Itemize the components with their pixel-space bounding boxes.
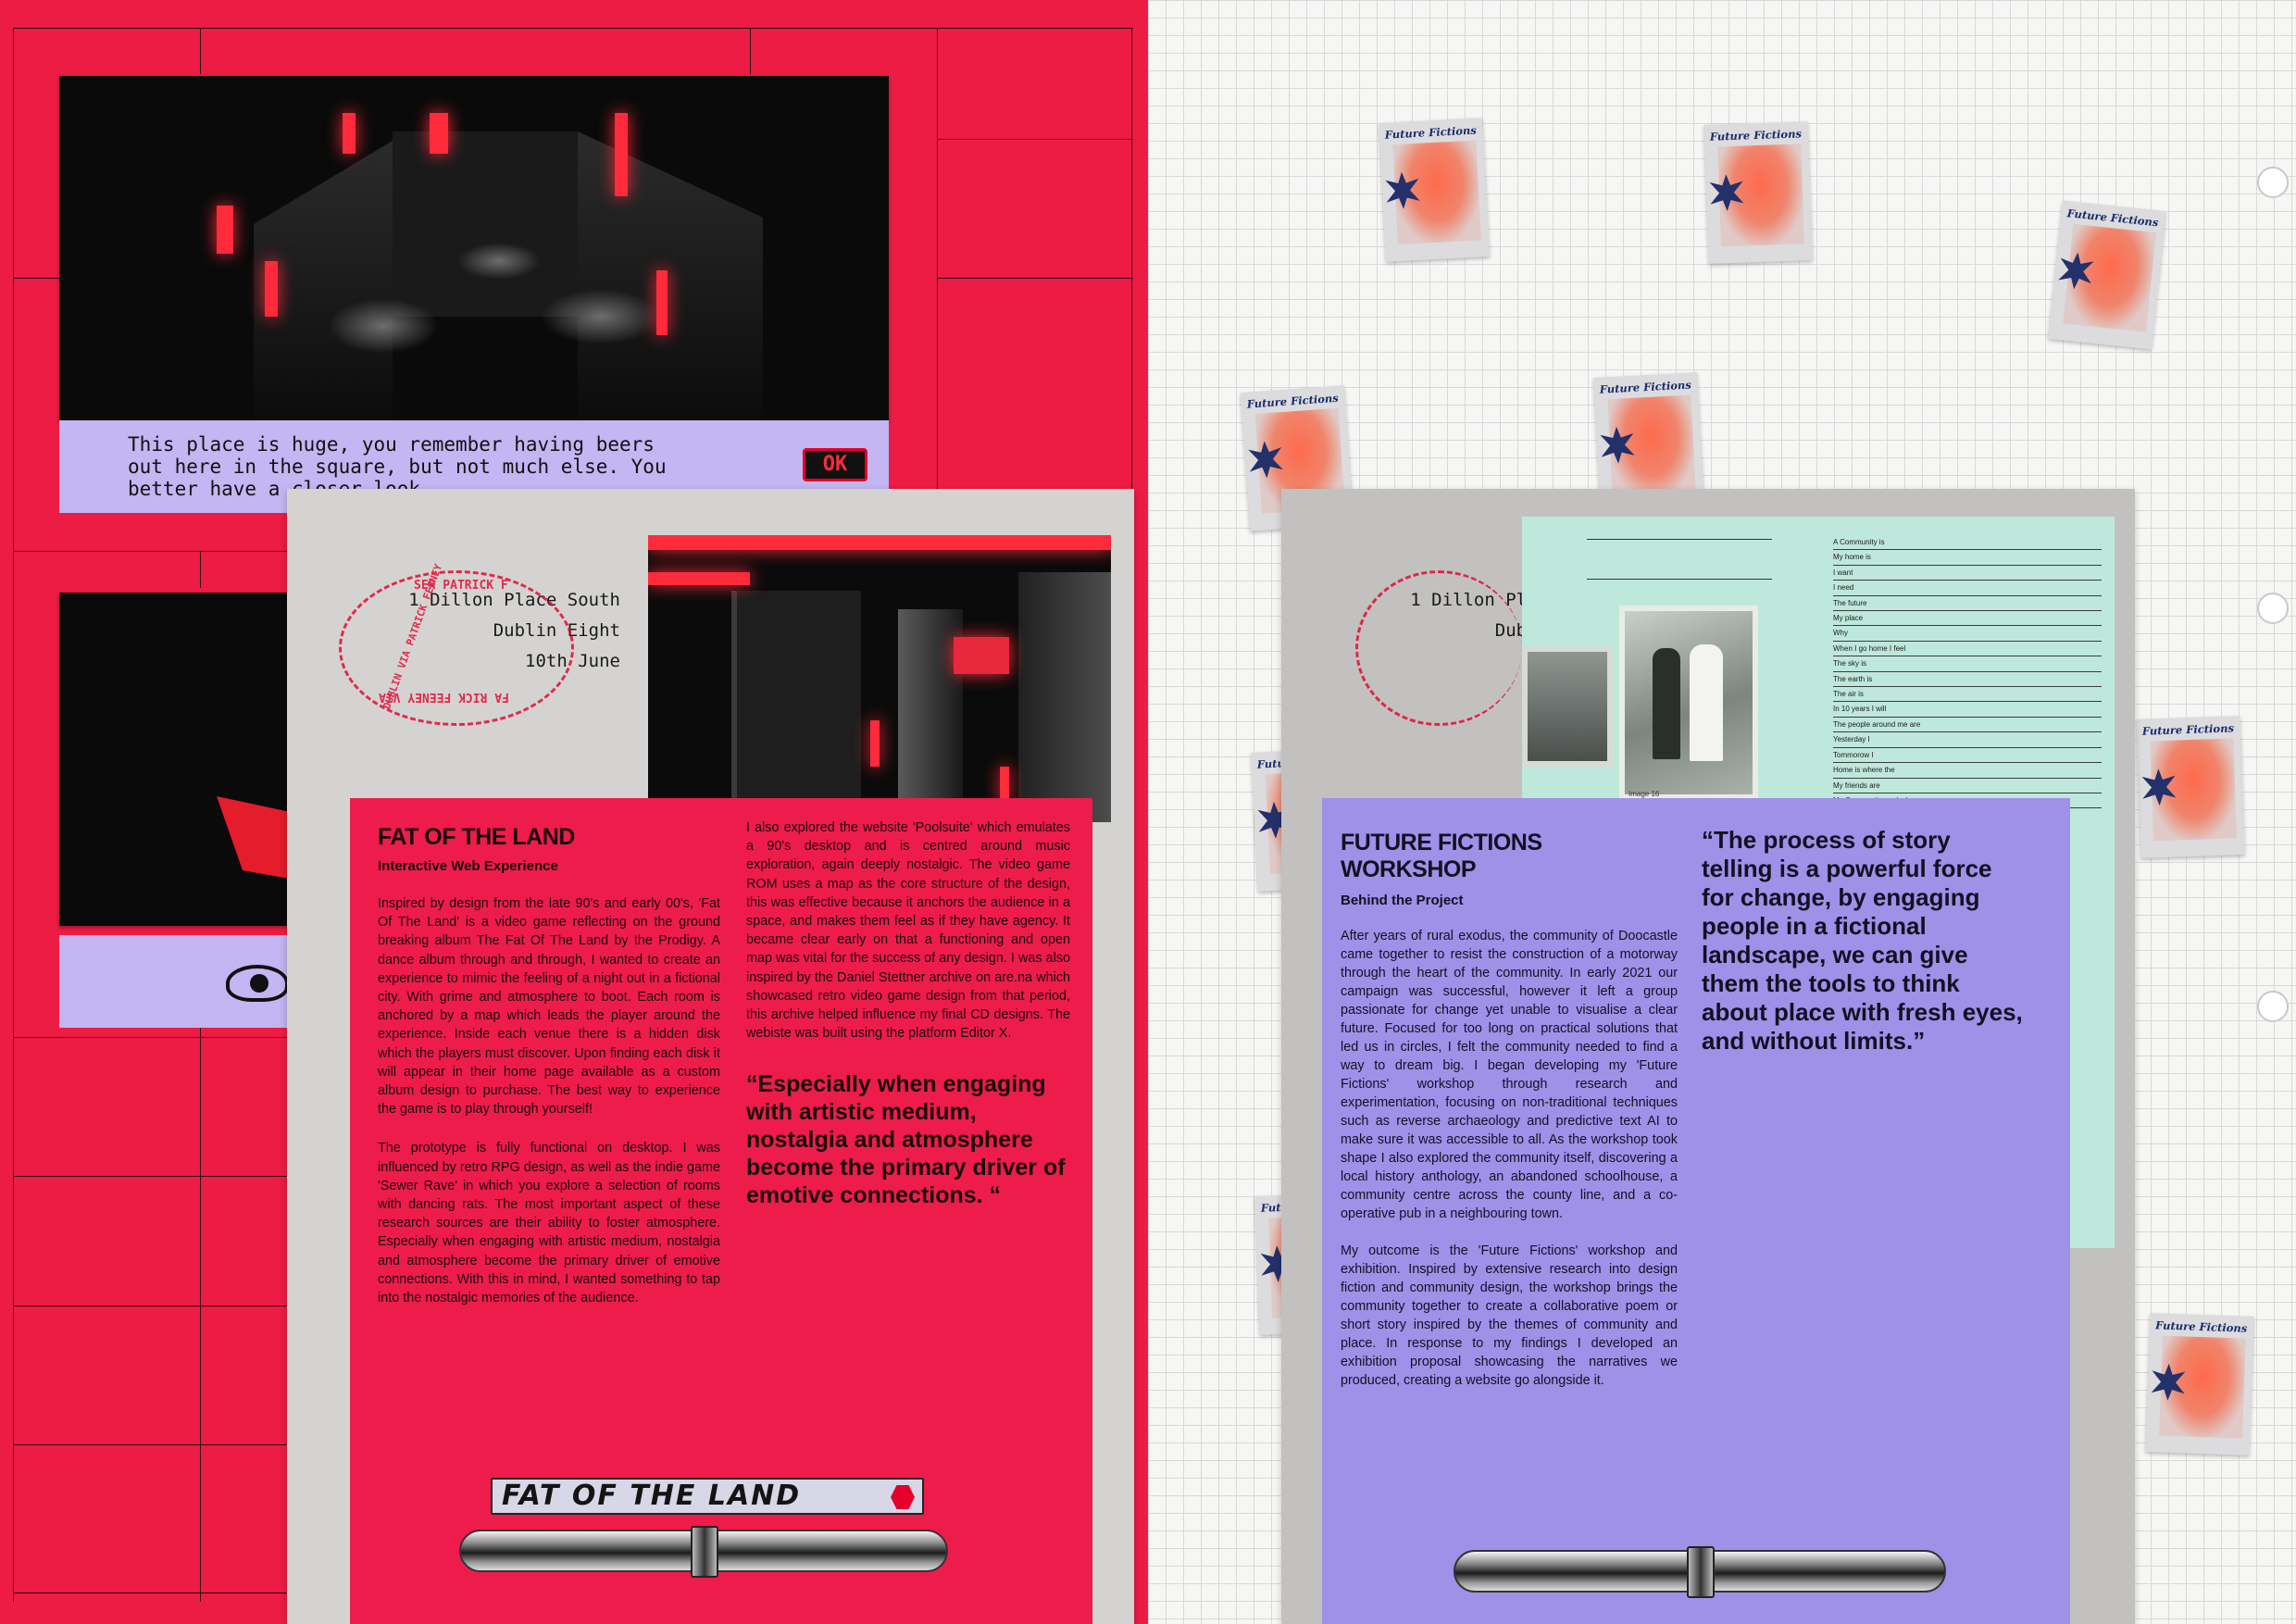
card-title: FUTURE FICTIONS WORKSHOP [1341, 830, 1542, 882]
sticker-title: Future Fictions [1384, 123, 1478, 142]
left-page: This place is huge, you remember having … [0, 0, 1148, 1624]
grid-line [200, 28, 201, 74]
right-page: Future Fictions Future Fictions Future F… [1148, 0, 2296, 1624]
prompt-item: A Community is [1833, 535, 2102, 551]
prompt-item: In 10 years I will [1833, 702, 2102, 718]
prompt-item: I want [1833, 566, 2102, 581]
punch-hole [2257, 991, 2289, 1022]
prompt-item: My place [1833, 611, 2102, 627]
card-paragraph-3: I also explored the website 'Poolsuite' … [746, 820, 1070, 1042]
sticker-title: Future Fictions [1709, 127, 1803, 144]
window-glow [265, 261, 278, 317]
future-fictions-sticker: Future Fictions [1379, 118, 1490, 262]
fat-of-the-land-logo: FAT OF THE LAND [491, 1478, 924, 1515]
ok-button[interactable]: OK [803, 448, 867, 481]
future-fictions-sticker: Future Fictions [2145, 1313, 2254, 1455]
photo-caption: Image 16 [1628, 790, 1660, 798]
punch-hole [2257, 593, 2289, 624]
grid-line [13, 1176, 291, 1177]
punch-hole [2257, 167, 2289, 198]
prompt-item: Why [1833, 626, 2102, 642]
hexagon-icon [891, 1485, 915, 1509]
binder-clip-tab [1687, 1546, 1715, 1598]
future-fictions-sticker: Future Fictions [2136, 716, 2245, 858]
grid-line [200, 551, 201, 588]
corridor-red-light [648, 572, 750, 585]
sticker-title: Future Fictions [1246, 391, 1340, 411]
prompt-item: My home is [1833, 550, 2102, 566]
binder-clip-tab [691, 1526, 718, 1578]
room-photo [1522, 646, 1613, 767]
stamp-text-bottom: FA RICK FEENEY VIA [379, 690, 509, 704]
grid-line [13, 28, 14, 1602]
photo-figure [1653, 648, 1680, 759]
grid-line [13, 1305, 291, 1306]
corridor-red-light [954, 637, 1009, 674]
window-glow [343, 113, 356, 154]
prompt-item: The earth is [1833, 672, 2102, 688]
postmark-stamp: SER PATRICK F DUBLIN VIA PATRICK FEENEY … [339, 562, 574, 726]
building-right [578, 131, 763, 418]
prompt-list: A Community is My home is I want I need … [1833, 535, 2102, 809]
prompt-item: Home is where the [1833, 763, 2102, 779]
sticker-title: Future Fictions [2141, 721, 2235, 738]
grid-line [200, 1018, 201, 1602]
prompt-item: The future [1833, 596, 2102, 612]
card-quote: “The process of story telling is a power… [1702, 826, 2023, 1055]
future-fictions-card: FUTURE FICTIONS WORKSHOP Behind the Proj… [1322, 798, 2070, 1624]
game-screenshot-square [59, 76, 889, 420]
wedding-photo: Image 16 [1619, 606, 1758, 800]
prompt-item: Yesterday I [1833, 732, 2102, 748]
card-paragraph-2: My outcome is the 'Future Fictions' work… [1341, 1243, 1678, 1388]
window-glow [430, 113, 448, 154]
card-subtitle: Behind the Project [1341, 893, 1464, 908]
prompt-item: The sky is [1833, 656, 2102, 672]
prompt-item: The people around me are [1833, 718, 2102, 733]
grid-line [750, 28, 751, 74]
prompt-item: The air is [1833, 687, 2102, 703]
corridor-pillar [1018, 572, 1111, 822]
window-glow [217, 206, 233, 254]
grid-line [13, 278, 59, 279]
postmark-stamp [1355, 570, 1522, 726]
card-paragraph-2: The prototype is fully functional on des… [378, 1141, 720, 1306]
prompt-item: My friends are [1833, 779, 2102, 793]
stamp-text-ring: DUBLIN VIA PATRICK FEENEY [381, 562, 445, 711]
floor-light [541, 289, 661, 344]
grid-line [937, 139, 1133, 140]
sticker-title: Future Fictions [2154, 1318, 2248, 1335]
floor-light [457, 243, 541, 280]
prompt-item: Tommorow I [1833, 748, 2102, 764]
card-paragraph-1: After years of rural exodus, the communi… [1341, 929, 1678, 1221]
grid-line [13, 1444, 291, 1445]
future-fictions-sticker: Future Fictions [2048, 200, 2166, 350]
grid-line [13, 551, 291, 552]
window-glow [656, 270, 668, 335]
corridor-image [648, 535, 1111, 822]
grid-line [937, 278, 1133, 279]
prompt-item: I need [1833, 581, 2102, 596]
floor-light [328, 298, 439, 354]
corridor-door [731, 591, 861, 822]
building-back [393, 131, 578, 317]
card-paragraph-1: Inspired by design from the late 90's an… [378, 896, 720, 1118]
logo-text: FAT OF THE LAND [502, 1480, 802, 1512]
window-glow [615, 113, 628, 196]
corridor-red-light [870, 720, 880, 767]
corridor-red-light [648, 535, 1111, 550]
grid-line [13, 28, 1133, 29]
future-fictions-sticker: Future Fictions [1703, 121, 1813, 264]
card-subtitle: Interactive Web Experience [378, 858, 558, 874]
photo-figure [1690, 644, 1723, 761]
worksheet-lines [1587, 539, 1772, 580]
card-quote: “Especially when engaging with artistic … [746, 1071, 1066, 1209]
prompt-item: When I go home I feel [1833, 642, 2102, 657]
eye-pupil [250, 974, 268, 993]
sticker-title: Future Fictions [1599, 378, 1692, 396]
card-title: FAT OF THE LAND [378, 824, 575, 850]
eye-icon [226, 965, 289, 1002]
